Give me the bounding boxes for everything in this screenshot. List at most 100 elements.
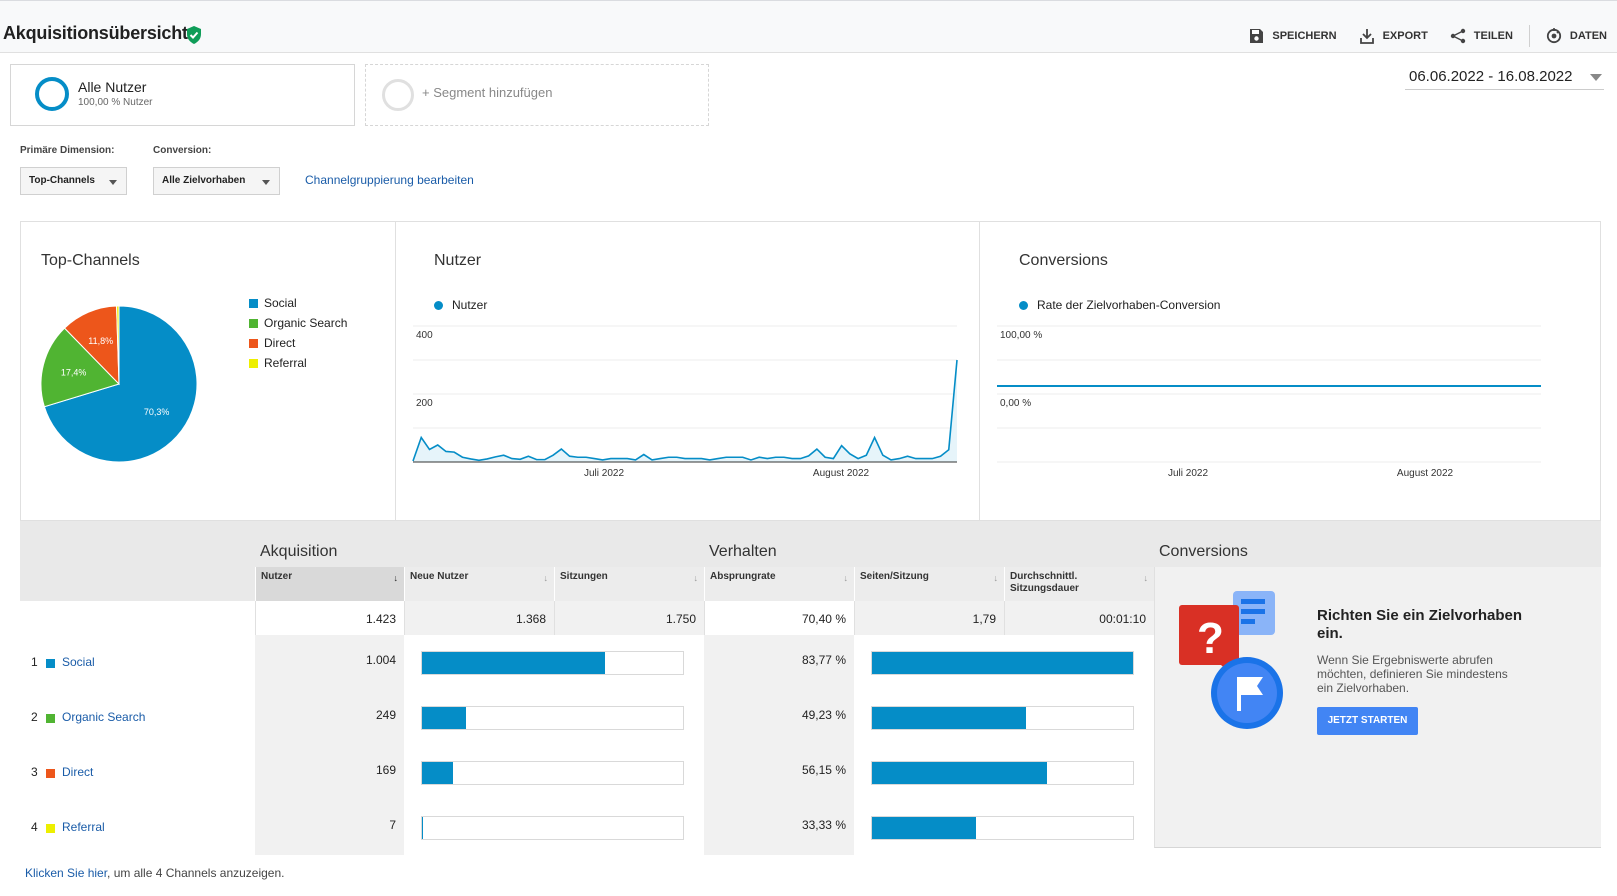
top-channels-panel: Top-Channels 70,3% 17,4% 11,8% Social Orga… bbox=[21, 222, 395, 520]
sort-arrow-icon: ↓ bbox=[393, 573, 399, 583]
row-bounce-rate: 56,15 % bbox=[704, 745, 854, 800]
row-bounce-bar-cell bbox=[854, 690, 1154, 745]
legend-swatch bbox=[249, 298, 258, 308]
sort-arrow-icon: ↓ bbox=[843, 573, 849, 583]
users-panel: Nutzer Nutzer 400 200 Juli 2022 August 2022 bbox=[396, 222, 978, 520]
page-title: Akquisitionsübersicht bbox=[3, 23, 188, 43]
pie-data-label: 70,3% bbox=[144, 407, 170, 417]
header-divider bbox=[1528, 25, 1530, 47]
row-color-swatch bbox=[46, 824, 55, 833]
save-label: SPEICHERN bbox=[1272, 30, 1337, 42]
segment-ring-icon bbox=[35, 77, 69, 111]
row-channel-cell: 1 Social bbox=[20, 635, 255, 690]
total-bounce-rate: 70,40 % bbox=[704, 601, 854, 635]
goal-illustration-icon: ? bbox=[1179, 591, 1283, 729]
legend-organic-search[interactable]: Organic Search bbox=[249, 316, 347, 330]
bar-fill bbox=[422, 652, 605, 674]
goal-promo-text: Wenn Sie Ergebniswerte abrufen möchten, … bbox=[1317, 653, 1508, 695]
col-sessions[interactable]: Sitzungen ↓ bbox=[554, 567, 704, 601]
row-users: 169 bbox=[255, 745, 404, 800]
bounce-bar bbox=[871, 816, 1134, 840]
export-button[interactable]: EXPORT bbox=[1359, 28, 1428, 44]
show-all-channels-link[interactable]: Klicken Sie hier bbox=[25, 866, 107, 880]
insights-button[interactable]: DATEN bbox=[1546, 28, 1607, 44]
bar-fill bbox=[872, 652, 1133, 674]
row-users: 249 bbox=[255, 690, 404, 745]
add-segment-button[interactable]: + Segment hinzufügen bbox=[365, 64, 709, 126]
channel-link-direct[interactable]: Direct bbox=[62, 765, 93, 779]
start-now-button[interactable]: JETZT STARTEN bbox=[1317, 707, 1418, 735]
conversion-dropdown[interactable]: Alle Zielvorhaben bbox=[153, 167, 280, 195]
save-button[interactable]: SPEICHERN bbox=[1248, 28, 1337, 44]
row-index: 2 bbox=[31, 710, 38, 724]
col-bounce-rate[interactable]: Absprungrate ↓ bbox=[704, 567, 854, 601]
users-legend: Nutzer bbox=[434, 298, 487, 312]
col-sessions-label: Sitzungen bbox=[560, 571, 608, 582]
conversions-chart-title: Conversions bbox=[1019, 252, 1108, 269]
x-tick-label: Juli 2022 bbox=[584, 468, 624, 479]
row-channel-cell: 3 Direct bbox=[20, 745, 255, 800]
total-new-users: 1.368 bbox=[404, 601, 554, 635]
y-tick-label: 200 bbox=[416, 398, 433, 409]
col-duration-label-1: Durchschnittl. bbox=[1010, 571, 1078, 582]
footer-text: , um alle 4 Channels anzuzeigen. bbox=[107, 866, 285, 880]
add-segment-label: + Segment hinzufügen bbox=[422, 85, 553, 100]
save-icon bbox=[1250, 29, 1264, 43]
bar-fill bbox=[872, 707, 1026, 729]
row-bounce-bar-cell bbox=[854, 635, 1154, 690]
date-range-picker[interactable]: 06.06.2022 - 16.08.2022 bbox=[1405, 66, 1604, 90]
row-bounce-rate: 83,77 % bbox=[704, 635, 854, 690]
total-avg-duration: 00:01:10 bbox=[1004, 601, 1154, 635]
insights-icon bbox=[1546, 28, 1562, 44]
conversion-label: Conversion: bbox=[153, 145, 212, 156]
bounce-bar bbox=[871, 761, 1134, 785]
x-tick-label: August 2022 bbox=[1397, 468, 1454, 479]
col-duration-label-2: Sitzungsdauer bbox=[1010, 583, 1079, 594]
channel-link-organic-search[interactable]: Organic Search bbox=[62, 710, 145, 724]
bar-fill bbox=[872, 817, 976, 839]
primary-dimension-value: Top-Channels bbox=[29, 175, 95, 186]
date-range-text: 06.06.2022 - 16.08.2022 bbox=[1409, 68, 1573, 85]
row-users: 1.004 bbox=[255, 635, 404, 690]
pie-data-label: 11,8% bbox=[88, 336, 113, 346]
row-bounce-rate: 33,33 % bbox=[704, 800, 854, 855]
bar-fill bbox=[422, 817, 423, 839]
conversions-legend: Rate der Zielvorhaben-Conversion bbox=[1019, 298, 1220, 312]
col-pages-session[interactable]: Seiten/Sitzung ↓ bbox=[854, 567, 1004, 601]
table-row: 4 Referral 7 33,33 % bbox=[20, 800, 1154, 855]
primary-dimension-label: Primäre Dimension: bbox=[20, 145, 115, 156]
new-users-bar bbox=[421, 706, 684, 730]
legend-direct[interactable]: Direct bbox=[249, 336, 295, 350]
legend-social[interactable]: Social bbox=[249, 296, 297, 310]
users-line-chart[interactable]: 400 200 Juli 2022 August 2022 bbox=[396, 312, 976, 512]
sort-arrow-icon: ↓ bbox=[693, 573, 699, 583]
legend-dot bbox=[434, 300, 443, 310]
row-index: 1 bbox=[31, 655, 38, 669]
svg-text:?: ? bbox=[1197, 614, 1224, 663]
conversions-line-chart[interactable]: 100,00 % 0,00 % Juli 2022 August 2022 bbox=[980, 312, 1580, 512]
goal-promo-title: Richten Sie ein Zielvorhaben ein. bbox=[1317, 607, 1523, 642]
table-row: 3 Direct 169 56,15 % bbox=[20, 745, 1154, 800]
top-channels-pie-chart[interactable]: 70,3% 17,4% 11,8% bbox=[40, 305, 220, 485]
download-icon bbox=[1359, 29, 1374, 44]
segment-subtitle: 100,00 % Nutzer bbox=[78, 97, 153, 108]
row-channel-cell: 4 Referral bbox=[20, 800, 255, 855]
channel-link-referral[interactable]: Referral bbox=[62, 820, 105, 834]
header-actions: SPEICHERN EXPORT TEILEN DATEN bbox=[1226, 25, 1607, 47]
primary-dimension-dropdown[interactable]: Top-Channels bbox=[20, 167, 127, 195]
row-channel-cell: 2 Organic Search bbox=[20, 690, 255, 745]
col-users-label: Nutzer bbox=[261, 571, 293, 582]
legend-label: Social bbox=[264, 296, 297, 310]
table-row: 2 Organic Search 249 49,23 % bbox=[20, 690, 1154, 745]
row-color-swatch bbox=[46, 659, 55, 668]
col-new-users[interactable]: Neue Nutzer ↓ bbox=[404, 567, 554, 601]
segment-all-users[interactable]: Alle Nutzer 100,00 % Nutzer bbox=[10, 64, 355, 126]
row-bounce-bar-cell bbox=[854, 745, 1154, 800]
channel-link-social[interactable]: Social bbox=[62, 655, 95, 669]
share-button[interactable]: TEILEN bbox=[1450, 28, 1513, 44]
col-users[interactable]: Nutzer ↓ bbox=[255, 567, 404, 601]
edit-channel-grouping-link[interactable]: Channelgruppierung bearbeiten bbox=[305, 173, 474, 187]
legend-referral[interactable]: Referral bbox=[249, 356, 307, 370]
col-avg-duration[interactable]: Durchschnittl. Sitzungsdauer ↓ bbox=[1004, 567, 1154, 601]
table-row: 1 Social 1.004 83,77 % bbox=[20, 635, 1154, 690]
